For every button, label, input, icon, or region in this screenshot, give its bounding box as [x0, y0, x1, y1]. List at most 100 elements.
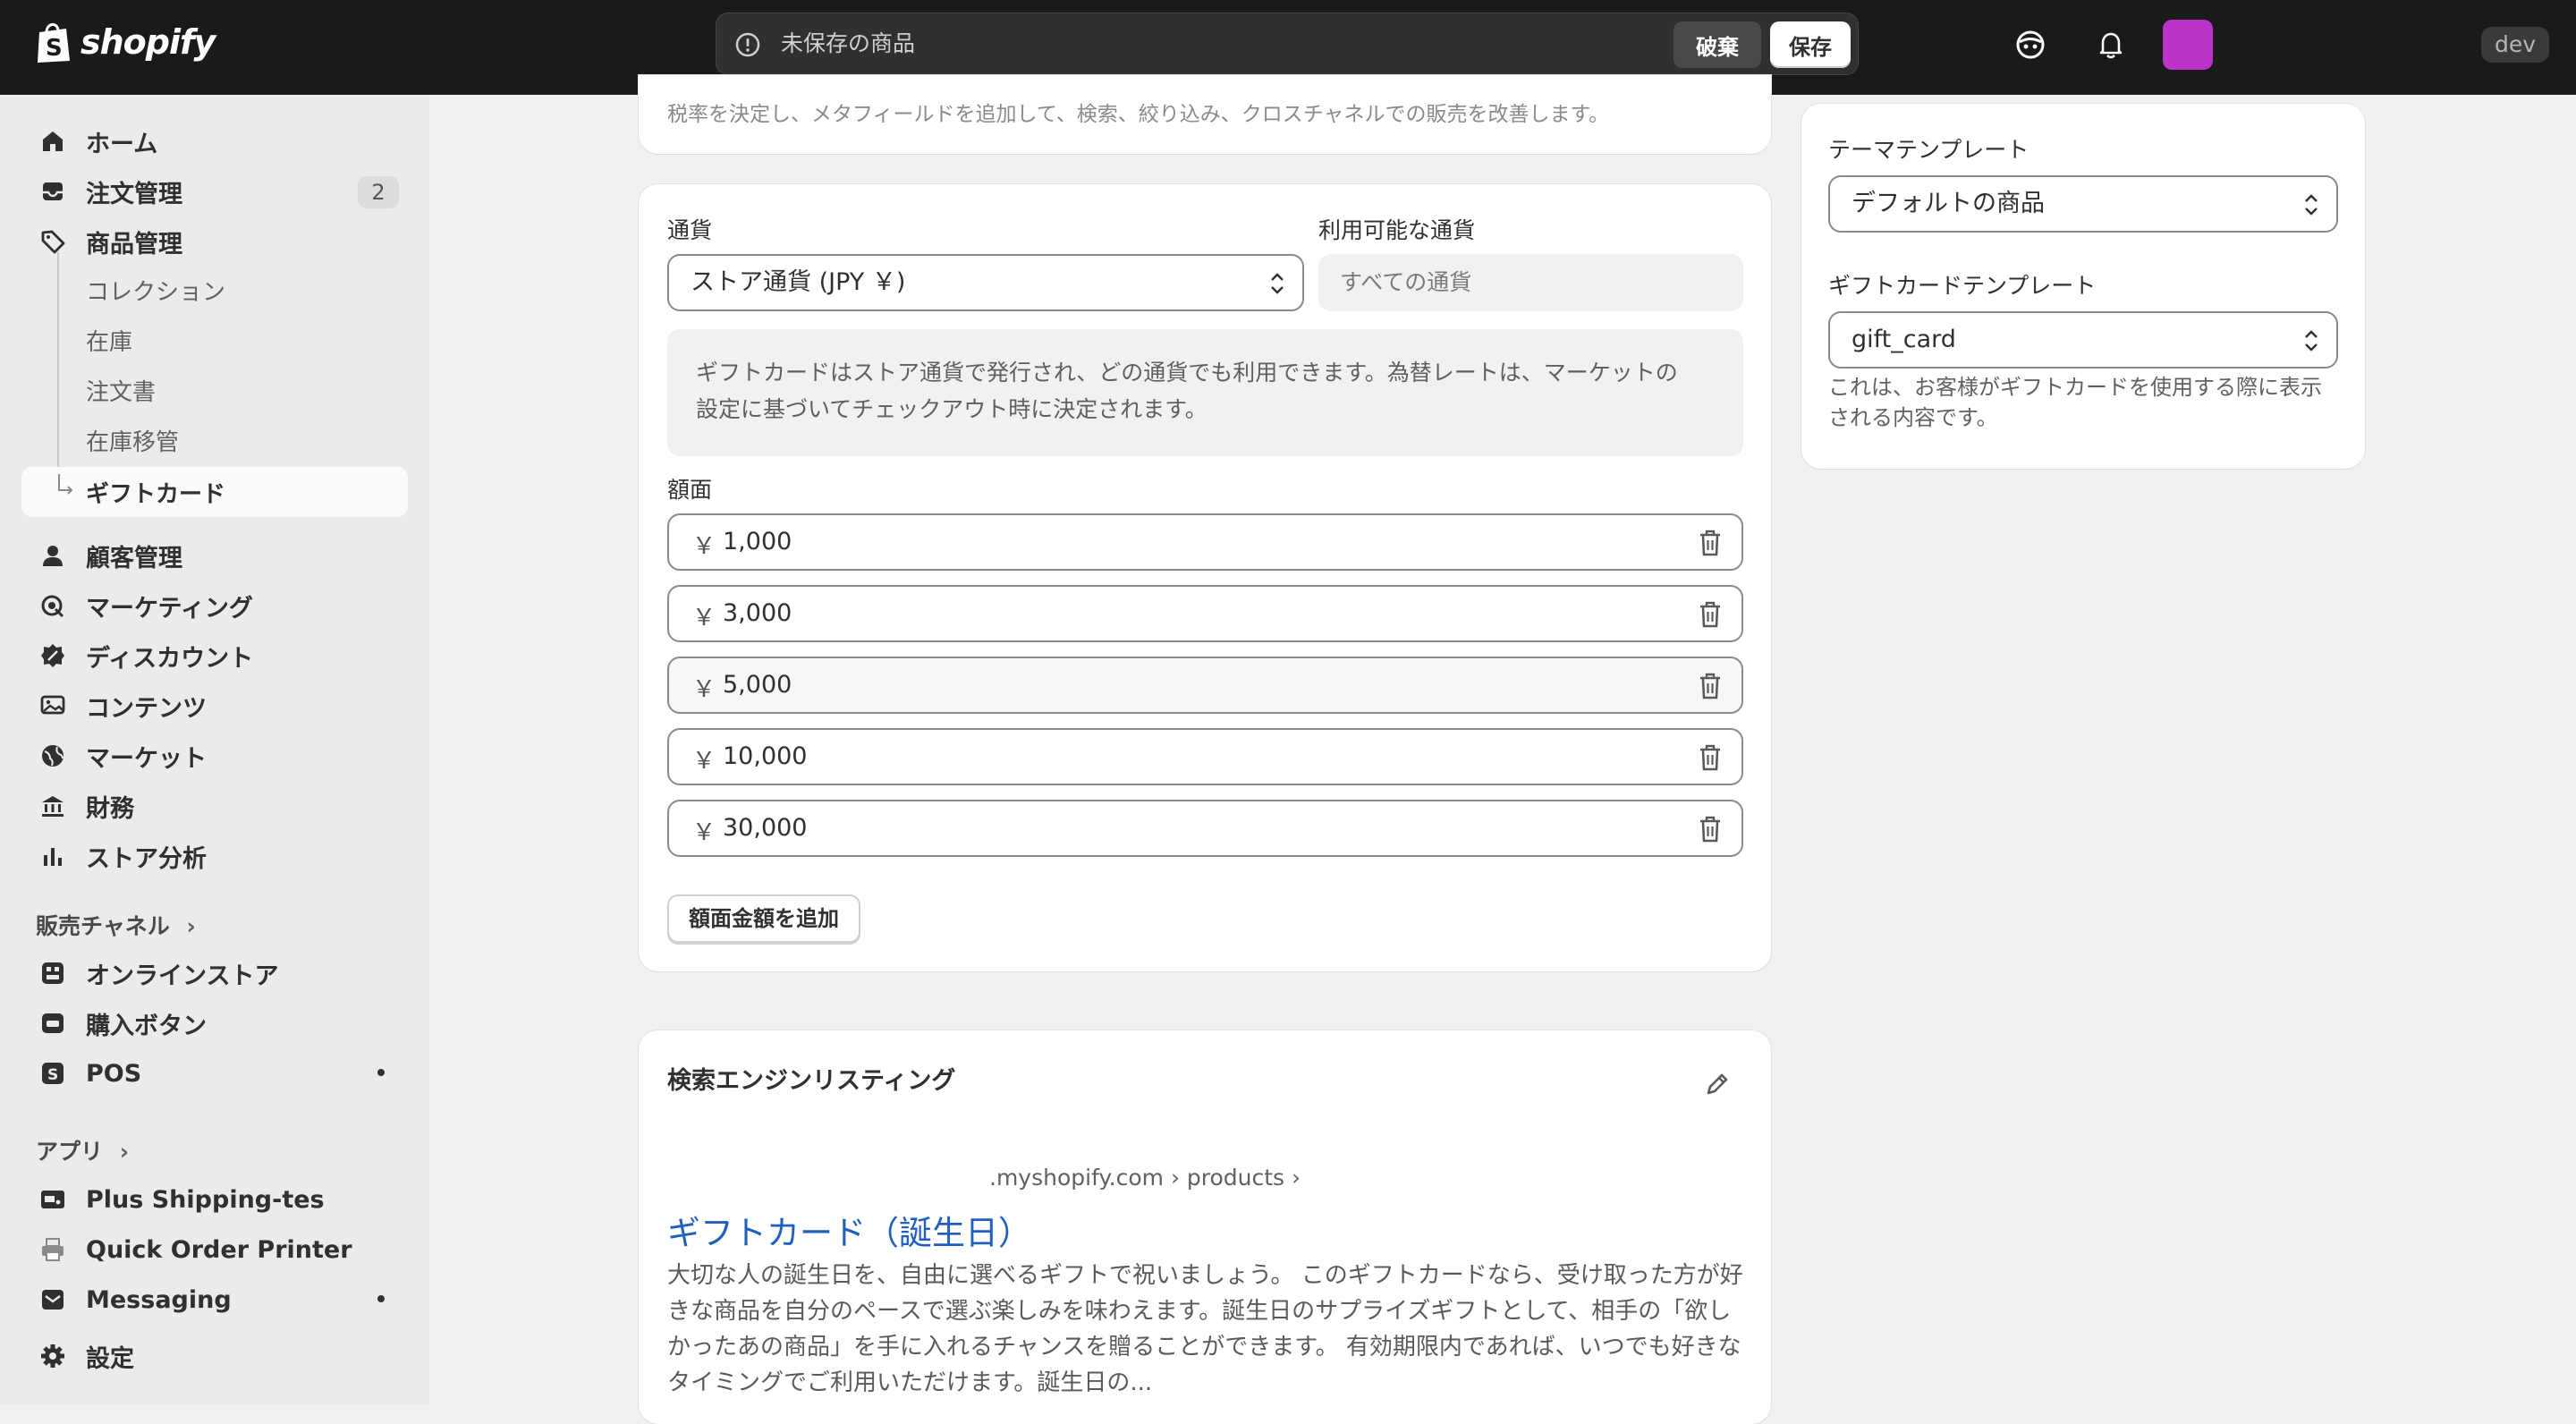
sidebar-item-transfers[interactable]: 在庫移管	[21, 417, 408, 463]
currency-info-box: ギフトカードはストア通貨で発行され、どの通貨でも利用できます。為替レートは、マー…	[667, 329, 1743, 456]
chevron-right-icon: ›	[119, 1139, 130, 1165]
sidebar-item-content[interactable]: コンテンツ	[21, 682, 408, 729]
shopify-bag-icon: S	[38, 23, 70, 63]
denomination-value: 10,000	[723, 742, 808, 770]
sidebar-item-quick-order-printer[interactable]: Quick Order Printer	[21, 1226, 408, 1273]
seo-description-line: タイミングでご利用いただけます。誕生日の...	[667, 1369, 1153, 1396]
seo-card-title: 検索エンジンリスティング	[667, 1067, 956, 1095]
denominations-label: 額面	[667, 477, 713, 503]
sidebar-item-buy-button[interactable]: 購入ボタン	[21, 1000, 408, 1047]
denomination-value: 30,000	[723, 814, 808, 842]
status-dot	[377, 1295, 385, 1302]
sidekick-icon[interactable]	[2012, 27, 2048, 63]
sidebar-item-online-store[interactable]: オンラインストア	[21, 950, 408, 996]
sidebar-item-label: Messaging	[86, 1285, 232, 1314]
trash-icon[interactable]	[1697, 742, 1724, 773]
sidebar-item-purchase-orders[interactable]: 注文書	[21, 367, 408, 413]
theme-template-select[interactable]: デフォルトの商品	[1828, 175, 2338, 233]
denomination-field[interactable]: ￥ 30,000	[667, 800, 1743, 857]
sidebar-item-gift-cards[interactable]: ギフトカード	[21, 467, 408, 517]
gift-card-template-help: これは、お客様がギフトカードを使用する際に表示 される内容です。	[1828, 372, 2329, 433]
sidebar-item-finance[interactable]: 財務	[21, 783, 408, 829]
sidebar-item-customers[interactable]: 顧客管理	[21, 532, 408, 579]
sidebar-item-discounts[interactable]: ディスカウント	[21, 632, 408, 679]
sidebar-item-inventory[interactable]: 在庫	[21, 317, 408, 363]
sidebar-item-collections[interactable]: コレクション	[21, 267, 408, 313]
denomination-field[interactable]: ￥ 5,000	[667, 657, 1743, 714]
svg-text:S: S	[46, 35, 63, 62]
trash-icon[interactable]	[1697, 599, 1724, 630]
target-icon	[38, 590, 68, 621]
store-avatar[interactable]	[2163, 20, 2213, 70]
currency-symbol: ￥	[692, 676, 716, 703]
denomination-field[interactable]: ￥ 3,000	[667, 585, 1743, 642]
sidebar-item-label: 商品管理	[86, 230, 182, 259]
sidebar-item-products[interactable]: 商品管理	[21, 218, 408, 265]
sidebar-item-settings[interactable]: 設定	[21, 1333, 408, 1379]
sidebar-item-marketing[interactable]: マーケティング	[21, 582, 408, 629]
mail-icon	[38, 1284, 68, 1315]
select-chevron-icon	[2305, 194, 2318, 216]
currency-label: 通貨	[667, 217, 713, 243]
organization-help-text: 税率を決定し、メタフィールドを追加して、検索、絞り込み、クロスチャネルでの販売を…	[667, 103, 1610, 126]
save-button[interactable]: 保存	[1770, 21, 1851, 68]
shopify-logo[interactable]: S shopify	[34, 20, 216, 64]
sidebar-item-label: ホーム	[86, 130, 158, 158]
discount-icon	[38, 640, 68, 671]
truck-app-icon	[38, 1184, 68, 1215]
trash-icon[interactable]	[1697, 671, 1724, 701]
sidebar-item-markets[interactable]: マーケット	[21, 733, 408, 779]
sidebar-item-orders[interactable]: 注文管理 2	[21, 168, 408, 215]
sidebar-item-label: 設定	[86, 1344, 134, 1373]
sidebar-item-analytics[interactable]: ストア分析	[21, 833, 408, 879]
currency-select[interactable]: ストア通貨 (JPY ￥)	[667, 254, 1304, 311]
denomination-field[interactable]: ￥ 10,000	[667, 728, 1743, 785]
sales-channels-heading[interactable]: 販売チャネル ›	[36, 909, 196, 941]
denomination-field[interactable]: ￥ 1,000	[667, 513, 1743, 571]
bar-chart-icon	[38, 841, 68, 871]
select-chevron-icon	[1271, 273, 1284, 294]
apps-heading-text: アプリ	[36, 1139, 104, 1165]
seo-description-line: 大切な人の誕生日を、自由に選べるギフトで祝いましょう。 このギフトカードなら、受…	[667, 1262, 1743, 1289]
trash-icon[interactable]	[1697, 814, 1724, 844]
bell-icon[interactable]	[2093, 27, 2129, 63]
help-text-line: される内容です。	[1828, 405, 1998, 430]
pencil-icon[interactable]	[1703, 1070, 1732, 1098]
gift-card-template-label: ギフトカードテンプレート	[1828, 273, 2097, 299]
printer-icon	[38, 1234, 68, 1265]
theme-template-label: テーマテンプレート	[1828, 137, 2029, 163]
seo-preview-url: .myshopify.com › products ›	[989, 1165, 1301, 1191]
sidebar-item-pos[interactable]: S POS	[21, 1050, 408, 1097]
available-currency-label: 利用可能な通貨	[1318, 217, 1476, 243]
sidebar-item-plus-shipping[interactable]: Plus Shipping-tes	[21, 1176, 408, 1223]
select-chevron-icon	[2305, 330, 2318, 352]
currency-symbol: ￥	[692, 748, 716, 775]
store-icon	[38, 958, 68, 988]
seo-description-line: かったあの商品」を手に入れるチャンスを贈ることができます。 有効期限内であれば、…	[667, 1334, 1741, 1360]
sidebar-item-messaging[interactable]: Messaging	[21, 1276, 408, 1323]
theme-template-value: デフォルトの商品	[1852, 190, 2045, 217]
trash-icon[interactable]	[1697, 528, 1724, 558]
currency-select-value: ストア通貨 (JPY ￥)	[691, 268, 906, 296]
tag-icon	[38, 226, 68, 257]
pos-icon: S	[38, 1058, 68, 1089]
svg-text:S: S	[47, 1066, 58, 1084]
status-dot	[377, 1069, 385, 1076]
dev-store-badge[interactable]: dev	[2481, 27, 2549, 63]
seo-preview-title: ギフトカード（誕生日）	[667, 1214, 1031, 1252]
sidebar-item-label: POS	[86, 1059, 142, 1088]
apps-heading[interactable]: アプリ ›	[36, 1134, 129, 1166]
sidebar-item-label: Plus Shipping-tes	[86, 1185, 325, 1214]
add-denomination-button[interactable]: 額面金額を追加	[667, 894, 860, 943]
sidebar-item-label: コレクション	[86, 278, 226, 306]
sidebar-item-home[interactable]: ホーム	[21, 118, 408, 165]
sidebar-item-label: ディスカウント	[86, 644, 254, 673]
denomination-value: 1,000	[723, 528, 792, 555]
sidebar-item-label: 顧客管理	[86, 544, 182, 572]
sidebar-item-label: ストア分析	[86, 844, 207, 873]
discard-button[interactable]: 破棄	[1674, 21, 1761, 68]
sidebar-item-label: 財務	[86, 794, 134, 823]
gift-card-template-select[interactable]: gift_card	[1828, 311, 2338, 369]
shopify-logo-text: shopify	[80, 22, 216, 62]
sidebar-item-label: オンラインストア	[86, 962, 279, 990]
